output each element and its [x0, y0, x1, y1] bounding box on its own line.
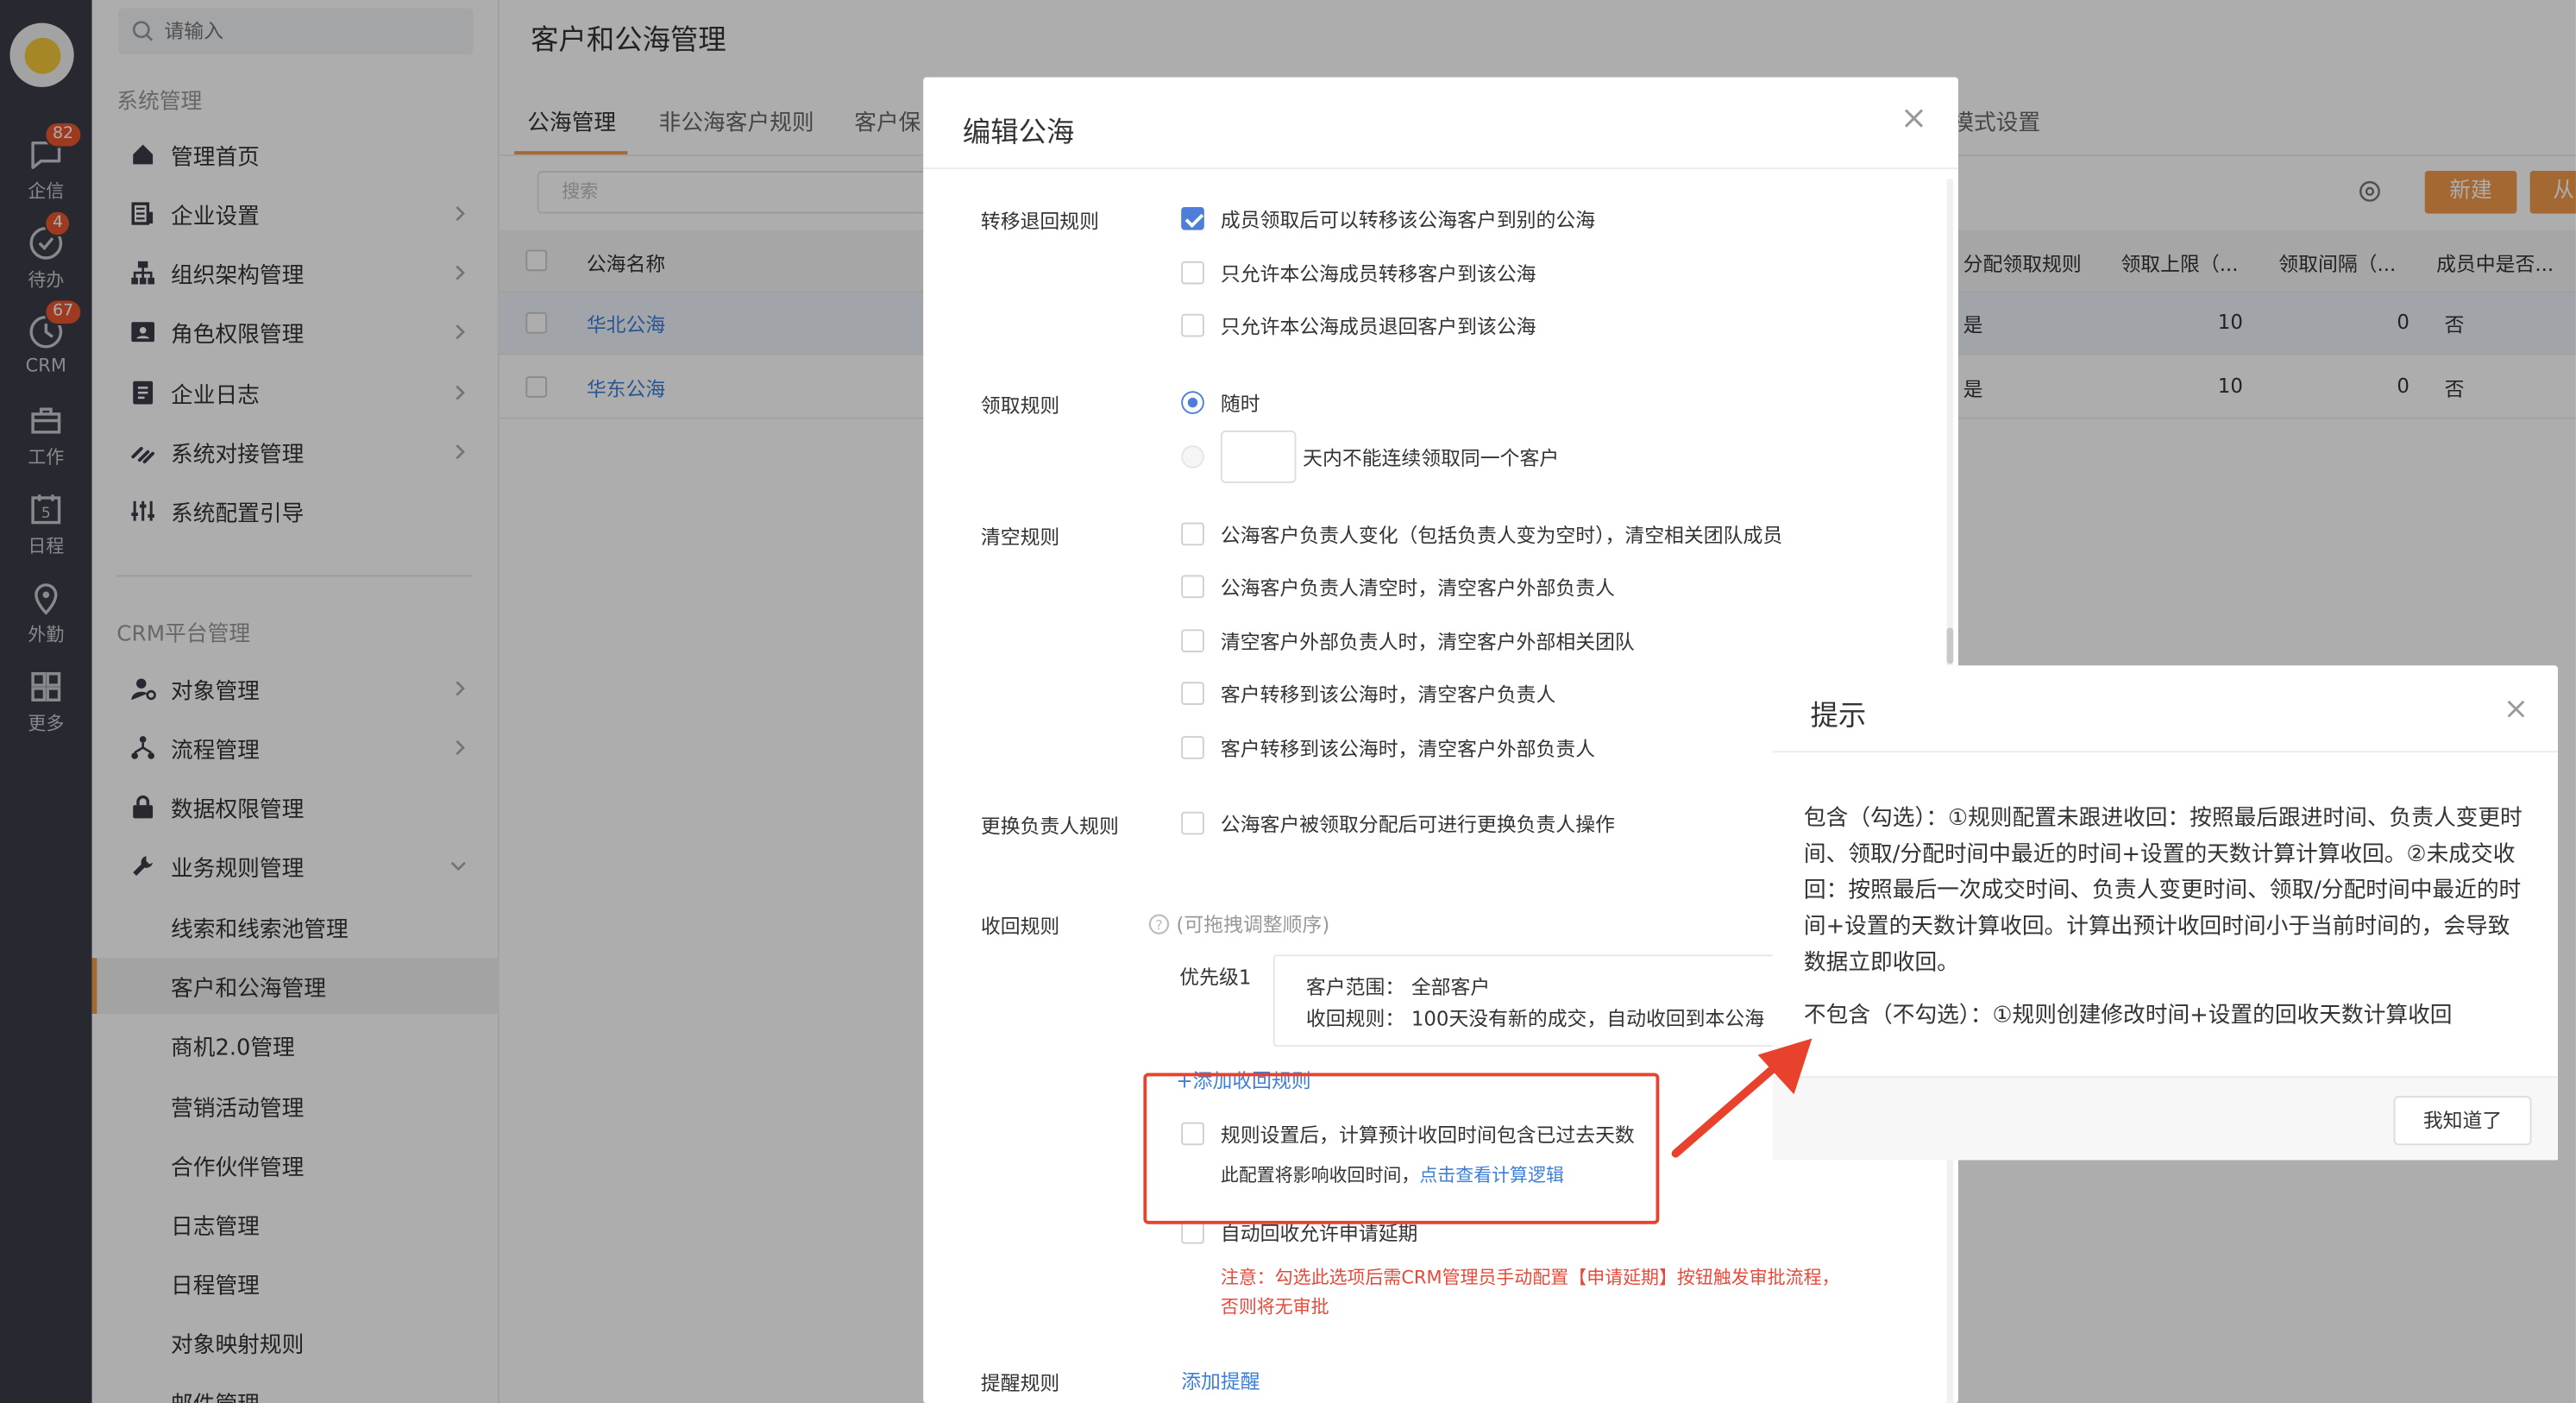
extend-warning-line1: 注意：勾选此选项后需CRM管理员手动配置【申请延期】按钮触发审批流程，	[1220, 1267, 1840, 1288]
app-root: 企信 82 待办 4 CRM 67 工作 5 日程 外勤 更多 请输入 系统管理…	[0, 0, 2576, 1403]
option-label: 公海客户负责人变化（包括负责人变为空时），清空相关团队成员	[1220, 523, 1783, 547]
tip-divider	[1772, 751, 2558, 753]
option-label: 公海客户负责人清空时，清空客户外部负责人	[1220, 576, 1615, 600]
clear-option-1[interactable]: 公海客户负责人变化（包括负责人变为空时），清空相关团队成员	[1181, 521, 1782, 547]
option-label: 客户转移到该公海时，清空客户负责人	[1220, 683, 1556, 706]
tip-footer: 我知道了	[1772, 1076, 2558, 1161]
clear-option-2[interactable]: 公海客户负责人清空时，清空客户外部负责人	[1181, 574, 1615, 600]
checkbox[interactable]	[1181, 522, 1204, 546]
change-owner-option[interactable]: 公海客户被领取分配后可进行更换负责人操作	[1181, 810, 1615, 836]
checkbox[interactable]	[1181, 629, 1204, 653]
close-icon[interactable]	[2505, 698, 2527, 720]
transfer-rule-label: 转移退回规则	[980, 210, 1100, 234]
radio-selected[interactable]	[1181, 391, 1204, 414]
highlight-box	[1143, 1073, 1660, 1224]
priority-label: 优先级1	[1179, 965, 1252, 989]
option-label: 天内不能连续领取同一个客户	[1303, 446, 1560, 469]
dialog-title: 编辑公海	[962, 116, 1075, 150]
hint-text: (可拖拽调整顺序)	[1176, 912, 1330, 936]
checkbox-checked[interactable]	[1181, 206, 1204, 230]
transfer-option-2[interactable]: 只允许本公海成员转移客户到该公海	[1181, 260, 1536, 286]
change-owner-label: 更换负责人规则	[980, 815, 1119, 839]
tip-paragraph-include: 包含（勾选）：①规则配置未跟进收回：按照最后跟进时间、负责人变更时间、领取/分配…	[1803, 805, 2523, 977]
checkbox[interactable]	[1181, 313, 1204, 337]
tip-body: 包含（勾选）：①规则配置未跟进收回：按照最后跟进时间、负责人变更时间、领取/分配…	[1804, 800, 2527, 1049]
transfer-option-1[interactable]: 成员领取后可以转移该公海客户到别的公海	[1181, 205, 1595, 231]
option-label: 只允许本公海成员转移客户到该公海	[1220, 261, 1536, 286]
transfer-option-3[interactable]: 只允许本公海成员退回客户到该公海	[1181, 312, 1536, 338]
option-label: 清空客户外部负责人时，清空客户外部相关团队	[1220, 630, 1635, 653]
dialog-scroll-thumb[interactable]	[1946, 627, 1954, 664]
dialog-divider	[923, 167, 1958, 170]
option-label: 成员领取后可以转移该公海客户到别的公海	[1220, 207, 1596, 231]
tip-title: 提示	[1810, 700, 1867, 733]
option-label: 客户转移到该公海时，清空客户外部负责人	[1220, 737, 1596, 760]
checkbox[interactable]	[1181, 682, 1204, 705]
option-label: 公海客户被领取分配后可进行更换负责人操作	[1220, 812, 1615, 836]
scope-key: 客户范围：	[1305, 976, 1405, 999]
recycle-hint: ? (可拖拽调整顺序)	[1148, 910, 1329, 936]
scope-label: 客户范围： 全部客户	[1306, 972, 1490, 1000]
option-label: 随时	[1220, 392, 1260, 415]
clear-option-5[interactable]: 客户转移到该公海时，清空客户外部负责人	[1181, 734, 1595, 760]
claim-days-radio[interactable]: 天内不能连续领取同一个客户	[1181, 430, 1560, 483]
add-remind-link[interactable]: 添加提醒	[1181, 1367, 1260, 1393]
claim-anytime-radio[interactable]: 随时	[1181, 389, 1260, 415]
tip-paragraph-exclude: 不包含（不勾选）：①规则创建修改时间+设置的回收天数计算收回	[1803, 1002, 2453, 1029]
radio[interactable]	[1181, 445, 1204, 469]
svg-text:?: ?	[1155, 915, 1162, 932]
close-icon[interactable]	[1902, 107, 1926, 130]
recycle-rule-label: 收回规则	[980, 915, 1060, 939]
checkbox[interactable]	[1181, 261, 1204, 285]
checkbox[interactable]	[1181, 811, 1204, 835]
clear-option-3[interactable]: 清空客户外部负责人时，清空客户外部相关团队	[1181, 627, 1635, 653]
claim-rule-label: 领取规则	[980, 394, 1060, 418]
recycle-rule-card[interactable]: 客户范围： 全部客户 收回规则： 100天没有新的成交，自动收回到本公海	[1272, 954, 1800, 1048]
tip-dialog: 提示 包含（勾选）：①规则配置未跟进收回：按照最后跟进时间、负责人变更时间、领取…	[1772, 665, 2558, 1161]
remind-rule-label: 提醒规则	[980, 1372, 1060, 1395]
scope-value: 全部客户	[1411, 976, 1491, 999]
option-label: 只允许本公海成员退回客户到该公海	[1220, 314, 1536, 338]
rule-key: 收回规则：	[1305, 1007, 1405, 1030]
help-circle-icon: ?	[1148, 913, 1170, 934]
extend-warning-line2: 否则将无审批	[1220, 1296, 1329, 1318]
clear-rule-label: 清空规则	[980, 525, 1060, 550]
checkbox[interactable]	[1181, 1220, 1204, 1244]
ok-button[interactable]: 我知道了	[2393, 1096, 2532, 1146]
days-input[interactable]	[1220, 430, 1297, 483]
checkbox[interactable]	[1181, 736, 1204, 759]
clear-option-4[interactable]: 客户转移到该公海时，清空客户负责人	[1181, 680, 1555, 706]
checkbox[interactable]	[1181, 575, 1204, 599]
rule-value: 100天没有新的成交，自动收回到本公海	[1411, 1007, 1765, 1030]
rule-label: 收回规则： 100天没有新的成交，自动收回到本公海	[1306, 1004, 1764, 1032]
